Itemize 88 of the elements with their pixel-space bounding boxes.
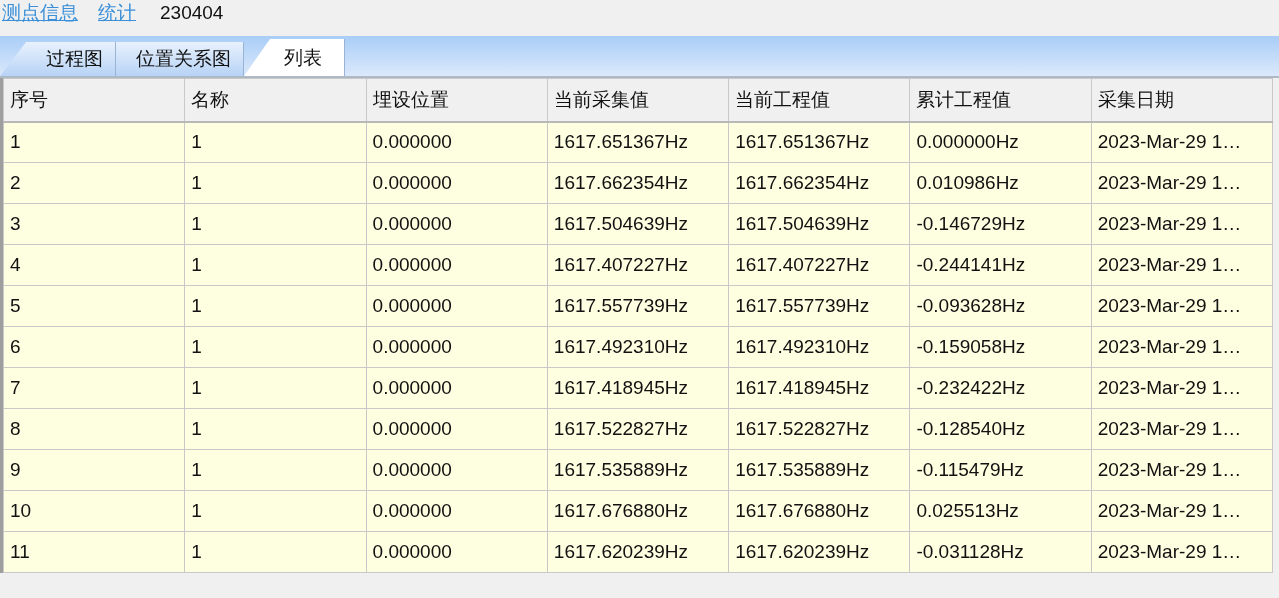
code-label: 230404	[160, 1, 224, 25]
table-cell: 1617.620239Hz	[547, 531, 729, 573]
tab[interactable]: 位置关系图	[116, 42, 244, 76]
table-cell: 0.000000	[366, 121, 548, 163]
table-cell: 2023-Mar-29 1…	[1091, 449, 1273, 491]
tab[interactable]: 列表	[244, 39, 345, 76]
column-header[interactable]: 名称	[184, 78, 367, 122]
table-cell: 1617.535889Hz	[547, 449, 729, 491]
table-cell: 1617.662354Hz	[547, 162, 729, 204]
table-cell: 1617.662354Hz	[728, 162, 910, 204]
table-cell: 0.000000	[366, 367, 548, 409]
table-cell: 0.000000	[366, 408, 548, 450]
table-cell: 2023-Mar-29 1…	[1091, 490, 1273, 532]
table-cell: 1617.504639Hz	[728, 203, 910, 245]
table-cell: 1617.418945Hz	[547, 367, 729, 409]
table-cell: 1	[184, 244, 367, 286]
table-cell: 1617.407227Hz	[547, 244, 729, 286]
table-cell: -0.031128Hz	[909, 531, 1092, 573]
column-header[interactable]: 累计工程值	[909, 78, 1092, 122]
table-cell: 1617.522827Hz	[728, 408, 910, 450]
table-cell: 2023-Mar-29 1…	[1091, 121, 1273, 163]
table-cell: 7	[3, 367, 185, 409]
table-cell: 6	[3, 326, 185, 368]
table-cell: 1	[184, 285, 367, 327]
table-cell: 0.000000Hz	[909, 121, 1092, 163]
table-cell: -0.159058Hz	[909, 326, 1092, 368]
table-cell: 1617.557739Hz	[547, 285, 729, 327]
table-cell: 2023-Mar-29 1…	[1091, 203, 1273, 245]
table-cell: 11	[3, 531, 185, 573]
table-cell: 2023-Mar-29 1…	[1091, 367, 1273, 409]
table-cell: 1	[184, 121, 367, 163]
table-cell: 2	[3, 162, 185, 204]
table-cell: 1	[184, 490, 367, 532]
table-cell: 1	[184, 203, 367, 245]
table-cell: 0.000000	[366, 203, 548, 245]
table-cell: 2023-Mar-29 1…	[1091, 326, 1273, 368]
table-cell: -0.146729Hz	[909, 203, 1092, 245]
table-cell: 1617.492310Hz	[728, 326, 910, 368]
table-cell: -0.244141Hz	[909, 244, 1092, 286]
table-cell: 2023-Mar-29 1…	[1091, 531, 1273, 573]
tab[interactable]: 过程图	[0, 42, 116, 76]
table-cell: -0.128540Hz	[909, 408, 1092, 450]
table-cell: 0.000000	[366, 490, 548, 532]
column-header[interactable]: 当前工程值	[728, 78, 910, 122]
table-cell: 1	[184, 367, 367, 409]
table-cell: 1	[184, 449, 367, 491]
table-cell: -0.232422Hz	[909, 367, 1092, 409]
table-cell: 1617.522827Hz	[547, 408, 729, 450]
table-cell: 1617.557739Hz	[728, 285, 910, 327]
table-cell: 0.000000	[366, 162, 548, 204]
table-cell: 0.000000	[366, 449, 548, 491]
column-header[interactable]: 埋设位置	[366, 78, 548, 122]
table-cell: 1	[184, 326, 367, 368]
table-cell: 1617.535889Hz	[728, 449, 910, 491]
table-cell: 1	[184, 408, 367, 450]
table-cell: 1617.492310Hz	[547, 326, 729, 368]
table-cell: 1	[184, 531, 367, 573]
table-cell: -0.093628Hz	[909, 285, 1092, 327]
table-cell: 5	[3, 285, 185, 327]
table-cell: 0.000000	[366, 326, 548, 368]
table-cell: 0.000000	[366, 285, 548, 327]
table-cell: 3	[3, 203, 185, 245]
column-header[interactable]: 采集日期	[1091, 78, 1273, 122]
table-cell: 8	[3, 408, 185, 450]
table-cell: 1617.676880Hz	[728, 490, 910, 532]
table-cell: 2023-Mar-29 1…	[1091, 408, 1273, 450]
table-cell: -0.115479Hz	[909, 449, 1092, 491]
table-cell: 0.000000	[366, 244, 548, 286]
table-cell: 9	[3, 449, 185, 491]
table-cell: 1617.620239Hz	[728, 531, 910, 573]
table-cell: 4	[3, 244, 185, 286]
table-cell: 1617.651367Hz	[728, 121, 910, 163]
table-cell: 1617.651367Hz	[547, 121, 729, 163]
table-cell: 0.025513Hz	[909, 490, 1092, 532]
table-cell: 1	[3, 121, 185, 163]
table-cell: 0.000000	[366, 531, 548, 573]
table-cell: 1617.418945Hz	[728, 367, 910, 409]
table-cell: 2023-Mar-29 1…	[1091, 285, 1273, 327]
table-cell: 10	[3, 490, 185, 532]
table-cell: 0.010986Hz	[909, 162, 1092, 204]
column-header[interactable]: 序号	[3, 78, 185, 122]
table-cell: 1617.407227Hz	[728, 244, 910, 286]
table-cell: 1	[184, 162, 367, 204]
table-cell: 1617.504639Hz	[547, 203, 729, 245]
column-header[interactable]: 当前采集值	[547, 78, 729, 122]
table-cell: 1617.676880Hz	[547, 490, 729, 532]
table-cell: 2023-Mar-29 1…	[1091, 244, 1273, 286]
table-cell: 2023-Mar-29 1…	[1091, 162, 1273, 204]
